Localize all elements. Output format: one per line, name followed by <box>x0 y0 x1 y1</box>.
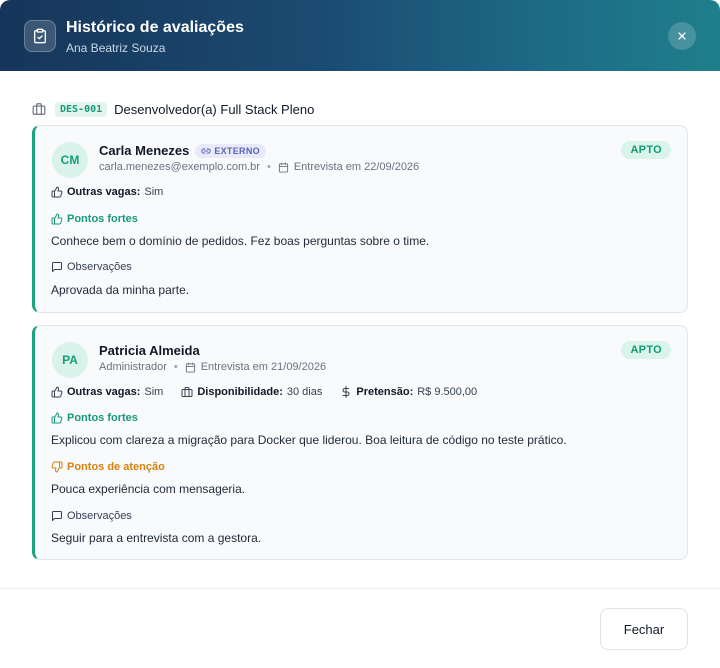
calendar-icon <box>278 161 288 173</box>
outras-vagas-info: Outras vagas: Sim <box>51 386 163 398</box>
interview-date: Entrevista em 21/09/2026 <box>200 361 327 373</box>
strengths-label: Pontos fortes <box>51 213 138 225</box>
evaluator-email: carla.menezes@exemplo.com.br <box>99 161 260 173</box>
disponibilidade-info: Disponibilidade: 30 dias <box>181 386 322 398</box>
separator-dot: • <box>173 361 178 373</box>
pretensao-value: R$ 9.500,00 <box>417 386 478 398</box>
building-icon <box>181 387 193 397</box>
evaluator-name-text: Patricia Almeida <box>99 343 200 358</box>
evaluator-name-text: Carla Menezes <box>99 143 190 158</box>
notes-label: Observações <box>51 510 132 522</box>
pretensao-label: Pretensão: <box>356 386 414 398</box>
strengths-text: Explicou com clareza a migração para Doc… <box>51 433 567 447</box>
job-code-badge: DES-001 <box>55 101 108 117</box>
footer-divider <box>0 588 720 589</box>
thumbs-down-icon <box>51 461 63 473</box>
modal-title: Histórico de avaliações <box>66 19 244 36</box>
fechar-button[interactable]: Fechar <box>600 608 688 650</box>
notes-label: Observações <box>51 261 132 273</box>
disponibilidade-label: Disponibilidade: <box>197 386 283 398</box>
notes-text: Seguir para a entrevista com a gestora. <box>51 531 262 545</box>
strengths-label-text: Pontos fortes <box>67 213 138 225</box>
outras-vagas-value: Sim <box>144 386 164 398</box>
thumbs-up-icon <box>51 186 63 198</box>
attention-text: Pouca experiência com mensageria. <box>51 482 246 496</box>
job-title: Desenvolvedor(a) Full Stack Pleno <box>114 101 315 117</box>
strengths-text: Conhece bem o domínio de pedidos. Fez bo… <box>51 234 430 248</box>
modal-header: Histórico de avaliações Ana Beatriz Souz… <box>0 0 720 71</box>
externo-badge-label: EXTERNO <box>214 145 260 156</box>
externo-badge: EXTERNO <box>195 143 266 158</box>
strengths-label-text: Pontos fortes <box>67 412 138 424</box>
status-badge: APTO <box>621 341 671 359</box>
avatar: CM <box>52 142 88 178</box>
attention-label: Pontos de atenção <box>51 461 165 473</box>
outras-vagas-info: Outras vagas: Sim <box>51 186 163 198</box>
evaluation-card: CM Carla Menezes EXTERNO carla.menezes@e… <box>32 125 688 313</box>
interview-date: Entrevista em 22/09/2026 <box>293 161 420 173</box>
strengths-label: Pontos fortes <box>51 412 138 424</box>
message-square-icon <box>52 262 62 272</box>
thumbs-up-icon <box>51 412 63 424</box>
outras-vagas-label: Outras vagas: <box>67 386 141 398</box>
evaluator-meta: carla.menezes@exemplo.com.br • Entrevist… <box>99 161 419 173</box>
evaluator-name: Patricia Almeida <box>99 343 200 358</box>
modal-subtitle: Ana Beatriz Souza <box>66 41 166 55</box>
evaluation-card: PA Patricia Almeida Administrador • Entr… <box>32 325 688 560</box>
thumbs-up-icon <box>51 386 63 398</box>
thumbs-up-icon <box>51 213 63 225</box>
notes-label-text: Observações <box>67 261 132 273</box>
avatar: PA <box>52 342 88 378</box>
notes-label-text: Observações <box>67 510 132 522</box>
pretensao-info: Pretensão: R$ 9.500,00 <box>340 386 477 398</box>
status-badge: APTO <box>621 141 671 159</box>
evaluator-name: Carla Menezes EXTERNO <box>99 143 266 158</box>
message-square-icon <box>52 511 62 521</box>
disponibilidade-value: 30 dias <box>286 386 323 398</box>
evaluation-history-modal: Histórico de avaliações Ana Beatriz Souz… <box>0 0 720 668</box>
evaluator-meta: Administrador • Entrevista em 21/09/2026 <box>99 361 326 373</box>
outras-vagas-label: Outras vagas: <box>67 186 141 198</box>
calendar-icon <box>185 361 195 373</box>
separator-dot: • <box>266 161 271 173</box>
job-row: DES-001 Desenvolvedor(a) Full Stack Plen… <box>32 100 314 118</box>
info-row: Outras vagas: Sim Disponibilidade: 30 di… <box>51 386 495 398</box>
close-icon <box>678 32 686 40</box>
outras-vagas-value: Sim <box>144 186 164 198</box>
dollar-icon <box>342 386 350 398</box>
link-icon <box>201 147 211 154</box>
notes-text: Aprovada da minha parte. <box>51 283 190 297</box>
attention-label-text: Pontos de atenção <box>67 461 165 473</box>
briefcase-icon <box>32 102 46 116</box>
evaluator-role: Administrador <box>99 361 167 373</box>
info-row: Outras vagas: Sim <box>51 186 181 198</box>
clipboard-check-icon <box>24 20 56 52</box>
close-button[interactable] <box>668 22 696 50</box>
